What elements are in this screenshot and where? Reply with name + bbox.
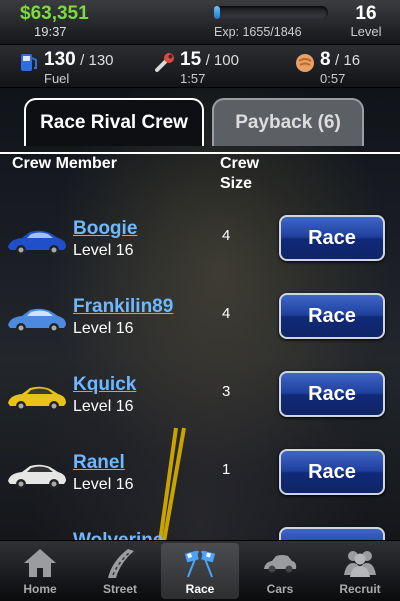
tab-payback[interactable]: Payback (6) <box>212 98 364 146</box>
race-button[interactable]: Race <box>279 371 385 417</box>
crew-row: Ranel Level 16 1 Race <box>0 449 400 519</box>
crew-row: Frankilin89 Level 16 4 Race <box>0 293 400 363</box>
race-button[interactable]: Race <box>279 215 385 261</box>
experience-text: Exp: 1655/1846 <box>214 25 302 39</box>
tab-race-rival-crew[interactable]: Race Rival Crew <box>24 98 204 146</box>
crew-member-name[interactable]: Frankilin89 <box>73 296 173 318</box>
level-label: Level <box>350 24 382 39</box>
fist-icon <box>296 54 314 72</box>
crew-member-name[interactable]: Wolverine <box>73 530 163 540</box>
crew-size-value: 4 <box>222 305 231 322</box>
race-button[interactable]: Race <box>279 527 385 540</box>
car-icon <box>8 230 66 255</box>
bottom-tab-bar: Home Street Race Cars Recruit <box>0 540 400 601</box>
money-amount: $63,351 <box>20 3 89 24</box>
experience-bar-fill <box>214 6 220 19</box>
nav-recruit[interactable]: Recruit <box>321 543 399 599</box>
tokens-timer: 0:57 <box>320 71 346 86</box>
crew-row: Boogie Level 16 4 Race <box>0 215 400 285</box>
home-icon <box>24 549 56 577</box>
column-header-crew-member: Crew Member <box>12 155 117 172</box>
car-icon <box>8 386 66 411</box>
nav-race[interactable]: Race <box>161 543 239 599</box>
resource-bar: 130 / 130 Fuel 15 / 100 1:57 8 / 16 0:57 <box>0 45 400 88</box>
crew-row: Kquick Level 16 3 Race <box>0 371 400 441</box>
nav-recruit-label: Recruit <box>339 582 381 596</box>
crew-member-level: Level 16 <box>73 320 134 337</box>
nav-cars-label: Cars <box>266 582 294 596</box>
wrench-icon <box>155 53 174 72</box>
race-panel: Race Rival Crew Payback (6) Crew Member … <box>0 88 400 540</box>
status-bar: $63,351 19:37 Exp: 1655/1846 16 Level <box>0 0 400 45</box>
fuel-current: 130 <box>44 49 76 70</box>
crew-tabs: Race Rival Crew Payback (6) <box>0 98 400 154</box>
fuel-pump-icon <box>21 54 37 71</box>
car-icon <box>264 555 297 573</box>
repair-max: / 100 <box>205 52 239 69</box>
nav-race-label: Race <box>185 582 215 596</box>
nav-cars[interactable]: Cars <box>241 543 319 599</box>
crew-member-level: Level 16 <box>73 476 134 493</box>
level-number: 16 <box>355 3 377 24</box>
crew-size-value: 1 <box>222 461 231 478</box>
road-icon <box>108 549 134 578</box>
crew-member-name[interactable]: Ranel <box>73 452 125 474</box>
crew-size-header-line2: Size <box>220 175 253 192</box>
car-icon <box>8 464 66 489</box>
crew-size-value: 3 <box>222 383 231 400</box>
crew-row: Wolverine Race <box>0 527 400 540</box>
column-header-crew-size: Crew Size <box>220 154 259 194</box>
money-timer: 19:37 <box>34 24 67 39</box>
checkered-flags-icon <box>184 550 216 578</box>
crew-member-name[interactable]: Kquick <box>73 374 136 396</box>
tokens-max: / 16 <box>335 52 361 69</box>
repair-current: 15 <box>180 49 202 70</box>
nav-street-label: Street <box>102 582 137 596</box>
race-button[interactable]: Race <box>279 293 385 339</box>
nav-home[interactable]: Home <box>1 543 79 599</box>
fuel-max: / 130 <box>80 52 114 69</box>
nav-street[interactable]: Street <box>81 543 159 599</box>
tokens-current: 8 <box>320 49 331 70</box>
crew-size-value: 4 <box>222 227 231 244</box>
crew-member-name[interactable]: Boogie <box>73 218 137 240</box>
nav-home-label: Home <box>23 582 57 596</box>
crew-member-level: Level 16 <box>73 398 134 415</box>
crew-member-level: Level 16 <box>73 242 134 259</box>
repair-timer: 1:57 <box>180 71 206 86</box>
race-button[interactable]: Race <box>279 449 385 495</box>
car-icon <box>8 308 66 333</box>
crew-size-header-line1: Crew <box>220 155 260 172</box>
people-icon <box>344 551 376 577</box>
experience-bar <box>214 6 328 19</box>
fuel-label: Fuel <box>44 71 70 86</box>
